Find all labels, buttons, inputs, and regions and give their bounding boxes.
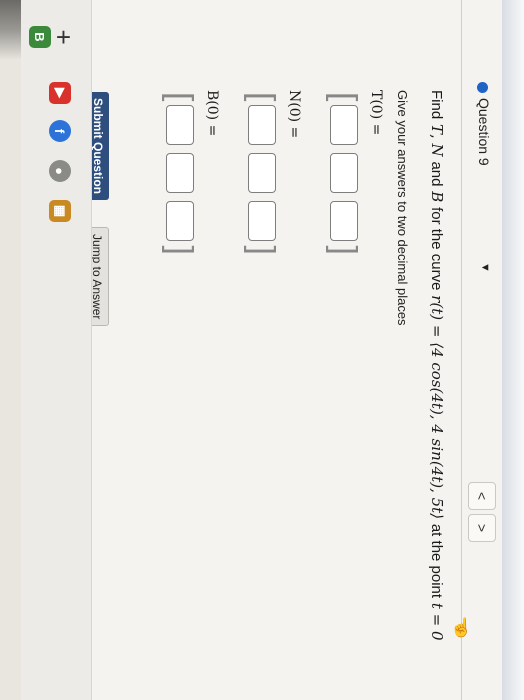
T-label: T(0) =: [368, 90, 384, 136]
question-title: Question 9: [476, 98, 492, 166]
instructions: Give your answers to two decimal places: [395, 90, 410, 326]
youtube-icon[interactable]: ▶: [49, 82, 71, 104]
right-bracket: ]: [161, 245, 199, 255]
messenger-icon[interactable]: f: [49, 120, 71, 142]
left-bracket: [: [325, 92, 363, 102]
app-icon[interactable]: ●: [49, 160, 71, 182]
left-bracket: [: [161, 92, 199, 102]
B-x-input[interactable]: [166, 105, 194, 146]
right-bracket: ]: [325, 245, 363, 255]
problem-and: and: [428, 161, 445, 187]
extension-icon[interactable]: ▦: [49, 200, 71, 222]
browser-screen: Question 9 ▼ < > Find T, N and B for the…: [21, 0, 502, 700]
B-z-input[interactable]: [166, 201, 194, 242]
N-label: N(0) =: [286, 90, 302, 139]
right-bracket: ]: [243, 245, 281, 255]
B-label: B(0) =: [204, 90, 220, 137]
problem-T: T: [428, 123, 446, 134]
problem-B: B: [428, 191, 446, 203]
problem-find: Find: [428, 90, 445, 120]
B-y-input[interactable]: [166, 153, 194, 194]
N-x-input[interactable]: [248, 105, 276, 146]
browser-logo-icon: B: [29, 26, 51, 48]
left-bracket: [: [243, 92, 281, 102]
problem-curve: r(t) = ⟨4 cos(4t), 4 sin(4t), 5t⟩: [428, 295, 446, 520]
N-y-input[interactable]: [248, 153, 276, 194]
screen-edge: [502, 0, 524, 700]
T-z-input[interactable]: [330, 201, 358, 242]
problem-middle: for the curve: [428, 207, 445, 291]
question-header: Question 9 ▼ < >: [461, 0, 502, 700]
T-vector-row: [ ]: [324, 92, 364, 255]
N-vector-row: [ ]: [242, 92, 282, 255]
pointer-cursor-icon: ☝: [450, 617, 473, 638]
prev-question-button[interactable]: <: [468, 482, 496, 510]
problem-comma: ,: [428, 133, 446, 139]
problem-statement: Find T, N and B for the curve r(t) = ⟨4 …: [428, 90, 446, 641]
N-z-input[interactable]: [248, 201, 276, 242]
next-question-button[interactable]: >: [468, 514, 496, 542]
problem-at: at the point: [428, 523, 445, 599]
problem-point: t = 0: [428, 602, 446, 641]
status-dot-icon: [477, 82, 488, 93]
browser-sidebar: + ▶ f ● ▦ B: [21, 0, 92, 700]
B-vector-row: [ ]: [160, 92, 200, 255]
add-icon[interactable]: +: [56, 22, 71, 53]
T-y-input[interactable]: [330, 153, 358, 194]
problem-N: N: [428, 143, 446, 157]
question-dropdown-icon[interactable]: ▼: [479, 262, 491, 273]
T-x-input[interactable]: [330, 105, 358, 146]
